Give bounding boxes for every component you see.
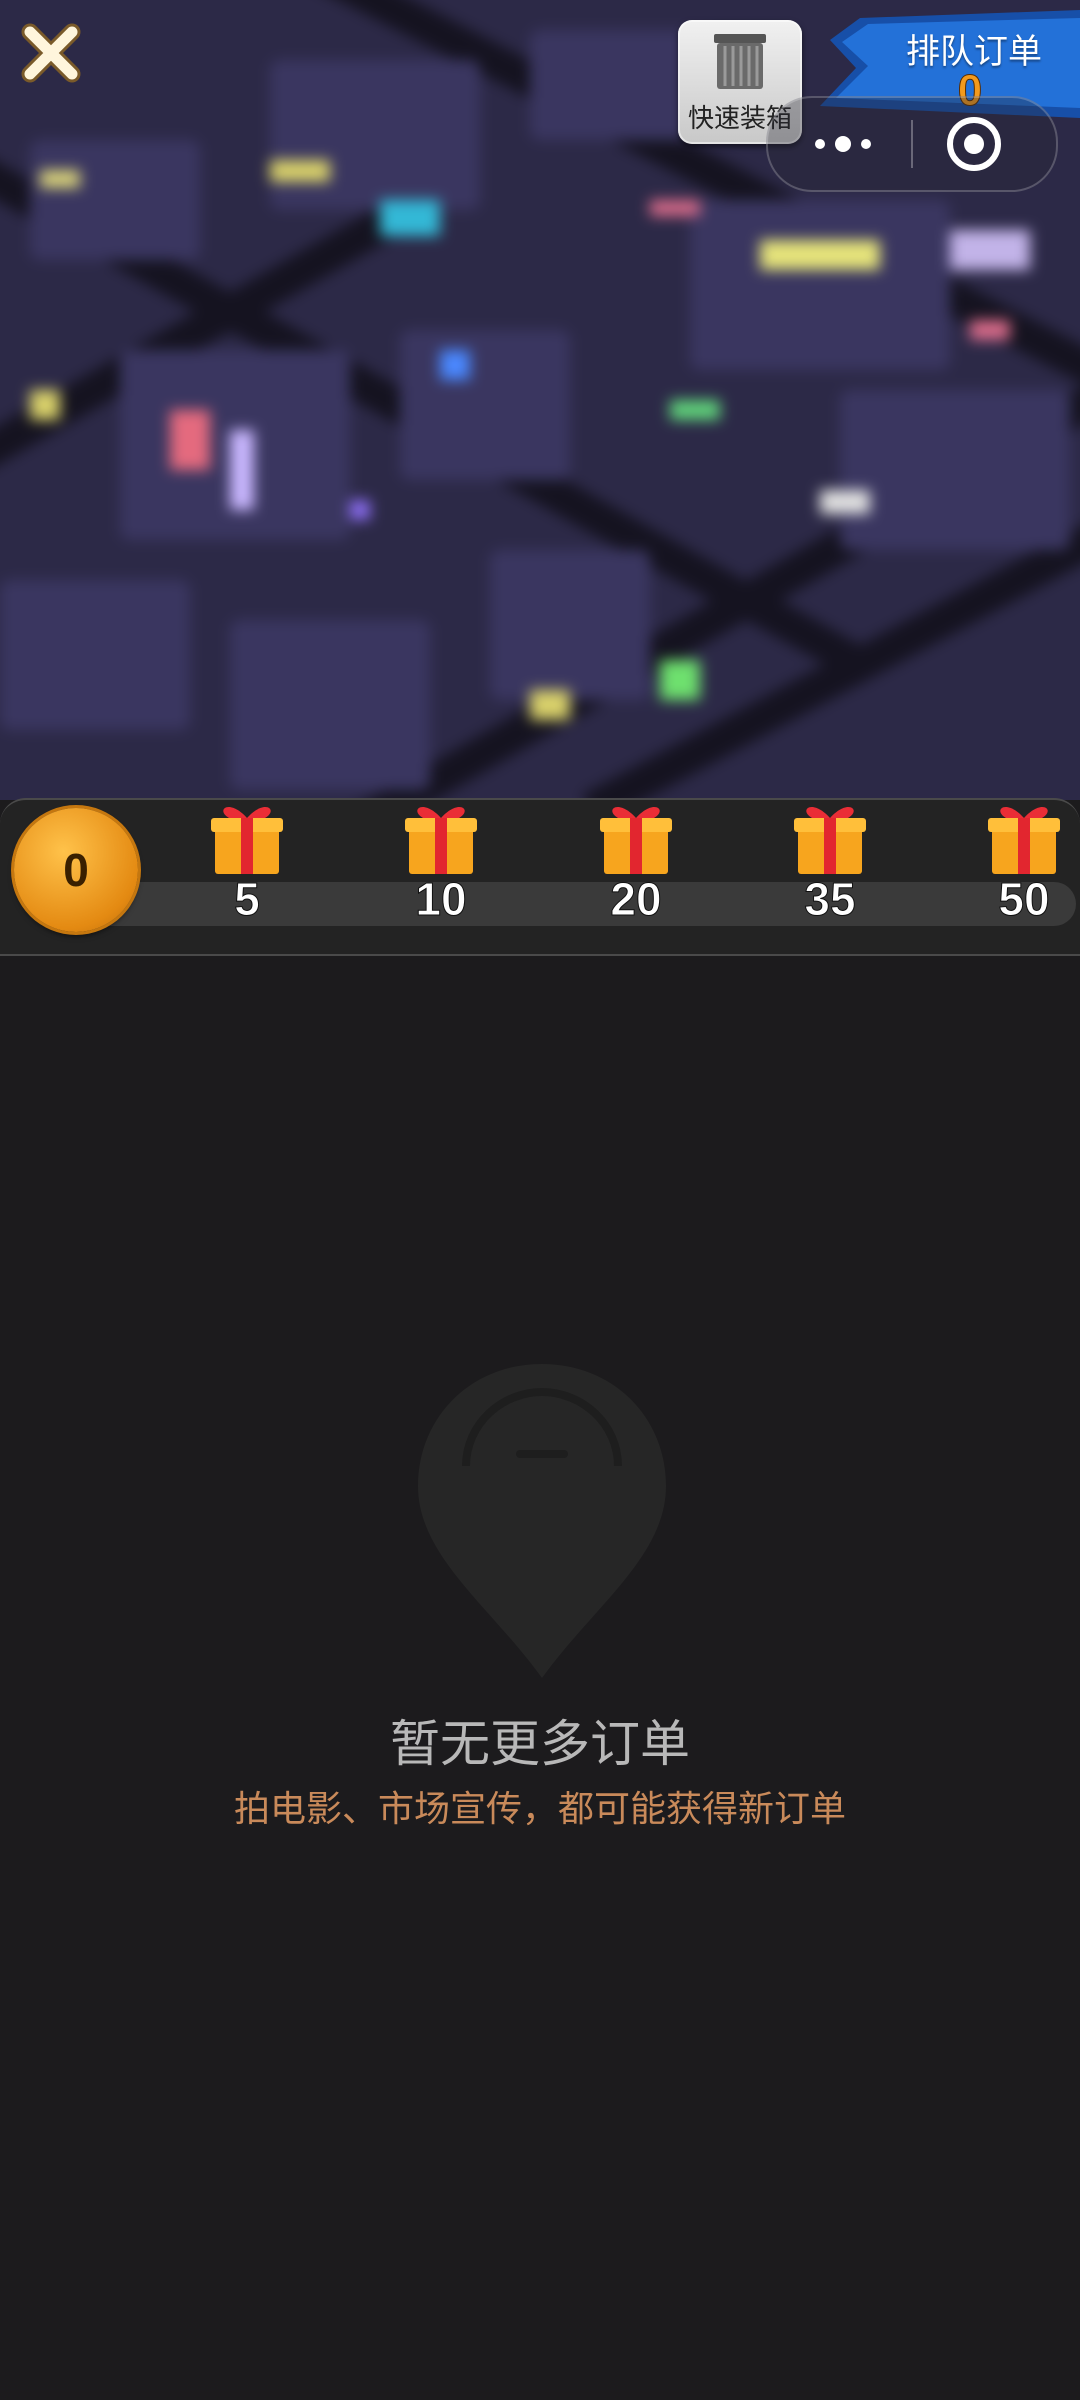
close-icon	[21, 23, 81, 83]
target-icon[interactable]	[944, 114, 1004, 174]
milestone-value: 50	[998, 873, 1050, 926]
progress-track	[30, 882, 1076, 926]
close-button[interactable]	[14, 16, 88, 90]
capsule-divider	[911, 120, 913, 168]
gift-icon	[600, 807, 672, 874]
gift-icon	[211, 807, 283, 874]
map-pin-icon	[418, 1364, 666, 1678]
crate-icon	[714, 34, 766, 89]
gift-icon	[405, 807, 477, 874]
milestone-reward[interactable]: 50	[969, 796, 1079, 936]
milestone-reward[interactable]: 5	[192, 796, 302, 936]
milestone-value: 5	[234, 873, 261, 926]
milestone-value: 10	[415, 873, 467, 926]
mini-program-capsule	[766, 96, 1058, 192]
milestone-reward[interactable]: 20	[581, 796, 691, 936]
milestone-value: 20	[610, 873, 662, 926]
current-progress-coin: 0	[14, 808, 138, 932]
empty-state-subtitle: 拍电影、市场宣传，都可能获得新订单	[233, 1789, 846, 1830]
gift-icon	[794, 807, 866, 874]
milestone-value: 35	[804, 873, 856, 926]
gift-icon	[988, 807, 1060, 874]
empty-state-title: 暂无更多订单	[390, 1715, 690, 1773]
milestone-reward[interactable]: 35	[775, 796, 885, 936]
milestone-reward[interactable]: 10	[386, 796, 496, 936]
order-progress-bar	[0, 798, 1080, 956]
more-dots-icon[interactable]	[808, 126, 878, 162]
